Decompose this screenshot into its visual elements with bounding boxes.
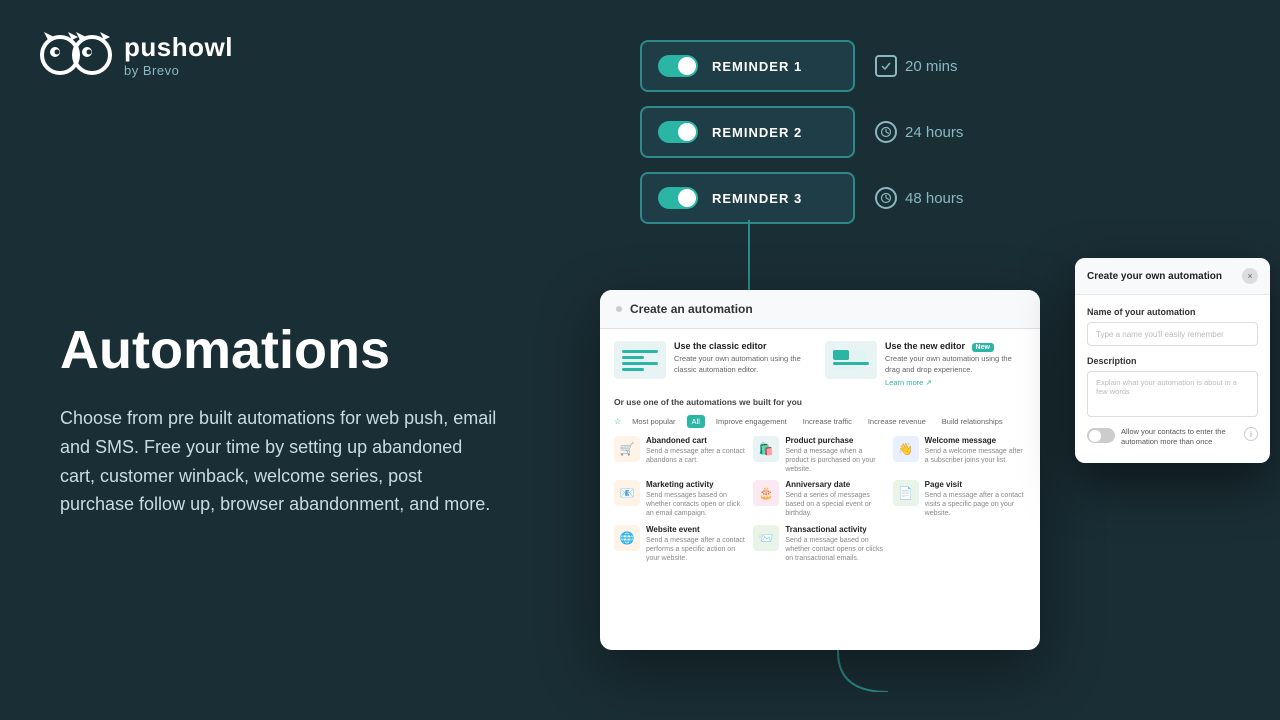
- automation-website-event[interactable]: 🌐 Website event Send a message after a c…: [614, 525, 747, 563]
- time-text-1: 20 mins: [905, 58, 958, 75]
- time-indicator-1: 20 mins: [875, 55, 958, 77]
- allow-toggle[interactable]: [1087, 428, 1115, 443]
- reminder-row-3: REMINDER 3 48 hours: [640, 172, 963, 224]
- check-icon-1: [875, 55, 897, 77]
- modal-bg-title: Create an automation: [630, 302, 753, 316]
- reminder-toggle-1[interactable]: [658, 55, 698, 77]
- modal-bg-header: Create an automation: [600, 290, 1040, 329]
- classic-editor-desc: Create your own automation using the cla…: [674, 354, 815, 375]
- reminder-toggle-3[interactable]: [658, 187, 698, 209]
- name-field-label: Name of your automation: [1087, 307, 1258, 317]
- star-icon: ☆: [614, 417, 621, 426]
- reminder-toggle-2[interactable]: [658, 121, 698, 143]
- page-title: Automations: [60, 321, 520, 380]
- transactional-icon: 📨: [753, 525, 779, 551]
- clock-icon-3: [875, 187, 897, 209]
- classic-editor-name: Use the classic editor: [674, 341, 815, 351]
- learn-more-link[interactable]: Learn more ↗: [885, 378, 1026, 387]
- filter-all[interactable]: All: [687, 415, 705, 428]
- panel-header: Create your own automation ×: [1075, 258, 1270, 295]
- name-field-input[interactable]: Type a name you'll easily remember: [1087, 322, 1258, 346]
- panel-title: Create your own automation: [1087, 271, 1222, 282]
- filter-revenue[interactable]: Increase revenue: [863, 415, 931, 428]
- filter-traffic[interactable]: Increase traffic: [798, 415, 857, 428]
- welcome-icon: 👋: [893, 436, 919, 462]
- filter-most-popular[interactable]: Most popular: [627, 415, 680, 428]
- automation-transactional[interactable]: 📨 Transactional activity Send a message …: [753, 525, 886, 563]
- classic-editor-thumb: [614, 341, 666, 379]
- reminder-label-1: REMINDER 1: [712, 59, 802, 74]
- time-indicator-3: 48 hours: [875, 187, 963, 209]
- reminder-box-2[interactable]: REMINDER 2: [640, 106, 855, 158]
- new-editor-thumb: [825, 341, 877, 379]
- automation-product-purchase[interactable]: 🛍️ Product purchase Send a message when …: [753, 436, 886, 474]
- panel-close-button[interactable]: ×: [1242, 268, 1258, 284]
- page-icon: 📄: [893, 480, 919, 506]
- reminder-box-3[interactable]: REMINDER 3: [640, 172, 855, 224]
- filter-improve[interactable]: Improve engagement: [711, 415, 792, 428]
- info-icon[interactable]: i: [1244, 427, 1258, 441]
- description-field-placeholder: Explain what your automation is about in…: [1096, 378, 1237, 396]
- reminders-area: REMINDER 1 20 mins REMINDER 2: [640, 40, 963, 224]
- anniversary-icon: 🎂: [753, 480, 779, 506]
- new-editor-desc: Create your own automation using the dra…: [885, 354, 1026, 375]
- reminder-box-1[interactable]: REMINDER 1: [640, 40, 855, 92]
- automation-abandoned-cart[interactable]: 🛒 Abandoned cart Send a message after a …: [614, 436, 747, 474]
- filter-relationships[interactable]: Build relationships: [937, 415, 1008, 428]
- new-editor-option[interactable]: Use the new editor New Create your own a…: [825, 341, 1026, 387]
- cart-icon: 🛒: [614, 436, 640, 462]
- new-editor-name: Use the new editor New: [885, 341, 1026, 351]
- right-panel: REMINDER 1 20 mins REMINDER 2: [560, 0, 1280, 720]
- automation-grid: 🛒 Abandoned cart Send a message after a …: [614, 436, 1026, 563]
- clock-icon-2: [875, 121, 897, 143]
- modal-bg-body: Use the classic editor Create your own a…: [600, 329, 1040, 575]
- new-badge: New: [972, 343, 994, 352]
- automation-marketing[interactable]: 📧 Marketing activity Send messages based…: [614, 480, 747, 518]
- marketing-icon: 📧: [614, 480, 640, 506]
- editors-row: Use the classic editor Create your own a…: [614, 341, 1026, 387]
- website-icon: 🌐: [614, 525, 640, 551]
- time-indicator-2: 24 hours: [875, 121, 963, 143]
- reminder-label-2: REMINDER 2: [712, 125, 802, 140]
- automation-page-visit[interactable]: 📄 Page visit Send a message after a cont…: [893, 480, 1026, 518]
- reminder-label-3: REMINDER 3: [712, 191, 802, 206]
- filter-tabs: ☆ Most popular All Improve engagement In…: [614, 415, 1026, 428]
- classic-editor-option[interactable]: Use the classic editor Create your own a…: [614, 341, 815, 387]
- allow-toggle-text: Allow your contacts to enter the automat…: [1121, 427, 1238, 447]
- automation-anniversary[interactable]: 🎂 Anniversary date Send a series of mess…: [753, 480, 886, 518]
- reminder-row-2: REMINDER 2 24 hours: [640, 106, 963, 158]
- description-field-label: Description: [1087, 356, 1258, 366]
- create-automation-modal: Create an automation Use the classi: [600, 290, 1040, 650]
- purchase-icon: 🛍️: [753, 436, 779, 462]
- time-text-2: 24 hours: [905, 124, 963, 141]
- or-use-label: Or use one of the automations we built f…: [614, 397, 1026, 407]
- time-text-3: 48 hours: [905, 190, 963, 207]
- name-field-placeholder: Type a name you'll easily remember: [1096, 330, 1224, 339]
- modal-dot: [616, 306, 622, 312]
- allow-toggle-row: Allow your contacts to enter the automat…: [1087, 427, 1258, 447]
- main-content: Automations Choose from pre built automa…: [60, 321, 520, 520]
- reminder-row-1: REMINDER 1 20 mins: [640, 40, 963, 92]
- left-panel: Automations Choose from pre built automa…: [0, 0, 580, 720]
- page-description: Choose from pre built automations for we…: [60, 404, 500, 519]
- automation-welcome[interactable]: 👋 Welcome message Send a welcome message…: [893, 436, 1026, 474]
- panel-body: Name of your automation Type a name you'…: [1075, 295, 1270, 463]
- description-field-input[interactable]: Explain what your automation is about in…: [1087, 371, 1258, 417]
- create-own-panel: Create your own automation × Name of you…: [1075, 258, 1270, 463]
